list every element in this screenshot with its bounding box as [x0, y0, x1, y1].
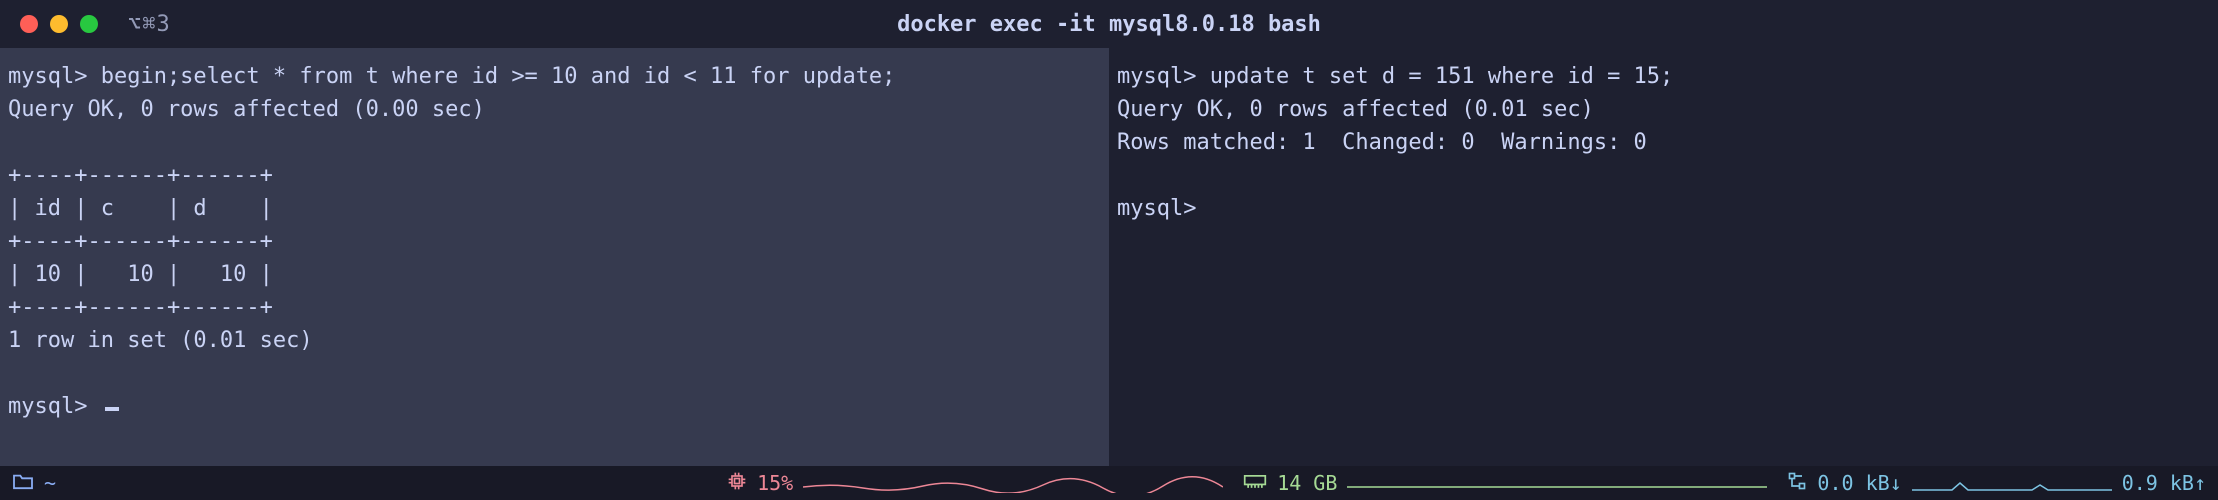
titlebar: ⌥⌘3 docker exec -it mysql8.0.18 bash — [0, 0, 2218, 48]
cpu-percent-text: 15% — [757, 471, 793, 495]
terminal-panes: mysql> begin;select * from t where id >=… — [0, 48, 2218, 466]
cpu-sparkline — [803, 473, 1223, 493]
memory-text: 14 GB — [1277, 471, 1337, 495]
maximize-window-button[interactable] — [80, 15, 98, 33]
window-controls — [20, 15, 98, 33]
status-memory: 14 GB — [1243, 471, 1767, 495]
network-icon — [1787, 471, 1807, 496]
close-window-button[interactable] — [20, 15, 38, 33]
statusbar: ~ 15% 14 GB — [0, 466, 2218, 500]
folder-icon — [12, 471, 34, 495]
cwd-text: ~ — [44, 471, 56, 495]
net-up-text: 0.9 kB↑ — [2122, 471, 2206, 495]
tab-shortcut-label: ⌥⌘3 — [128, 12, 171, 37]
status-cpu: 15% — [727, 471, 1223, 496]
memory-icon — [1243, 471, 1267, 495]
net-sparkline — [1912, 473, 2112, 493]
net-down-text: 0.0 kB↓ — [1817, 471, 1901, 495]
terminal-pane-left[interactable]: mysql> begin;select * from t where id >=… — [0, 48, 1109, 466]
window-title: docker exec -it mysql8.0.18 bash — [897, 12, 1321, 37]
status-cwd: ~ — [12, 471, 56, 495]
minimize-window-button[interactable] — [50, 15, 68, 33]
terminal-pane-right[interactable]: mysql> update t set d = 151 where id = 1… — [1109, 48, 2218, 466]
cpu-icon — [727, 471, 747, 496]
memory-sparkline — [1347, 473, 1767, 493]
cursor — [105, 407, 119, 411]
status-network: 0.0 kB↓ 0.9 kB↑ — [1787, 471, 2206, 496]
